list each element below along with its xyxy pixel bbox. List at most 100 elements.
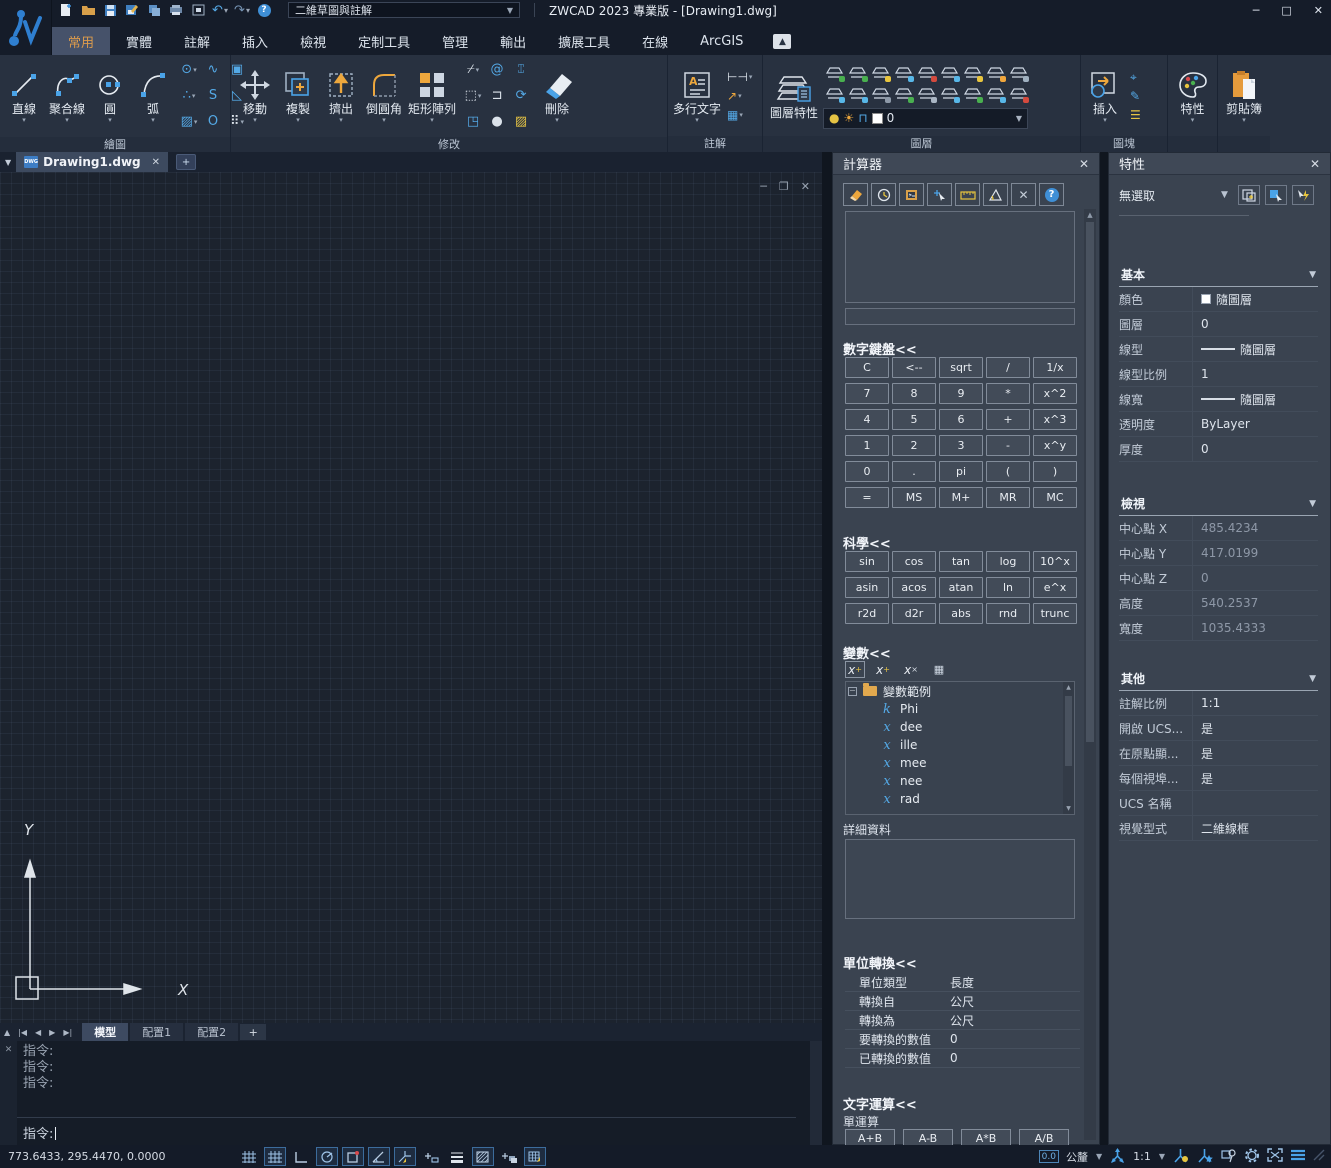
fullscreen-icon[interactable] — [1267, 1148, 1283, 1165]
open-folder-icon[interactable] — [80, 3, 96, 17]
explode-icon[interactable]: ▨ — [515, 115, 527, 129]
section-other[interactable]: 其他▼ — [1119, 667, 1318, 691]
last-tab-icon[interactable]: ▶| — [63, 1028, 72, 1037]
calc-sci-key[interactable]: atan — [939, 577, 983, 598]
property-row[interactable]: 寬度 1035.4333 — [1119, 616, 1318, 641]
annotation-visibility-icon[interactable] — [1172, 1148, 1189, 1166]
layout-tab[interactable]: 配置1 — [130, 1023, 183, 1041]
collapse-section-icon[interactable]: ▼ — [1309, 674, 1316, 684]
layer-diamond-icon[interactable] — [986, 87, 1005, 102]
offset-icon[interactable]: ⊐ — [492, 89, 503, 103]
calc-key[interactable]: 8 — [892, 383, 936, 404]
new-file-icon[interactable] — [58, 3, 74, 17]
revision-cloud-icon[interactable]: @ — [491, 63, 504, 77]
auto-scale-icon[interactable] — [1196, 1148, 1213, 1166]
calc-key[interactable]: 5 — [892, 409, 936, 430]
quick-select-icon[interactable] — [1238, 185, 1260, 205]
table-icon[interactable] — [524, 1147, 546, 1166]
spline-icon[interactable]: ∿ — [208, 63, 219, 77]
layer-walk-icon[interactable] — [848, 87, 867, 102]
properties-panel-button[interactable]: 特性▾ — [1172, 67, 1214, 125]
prev-tab-icon[interactable]: ◀ — [35, 1028, 41, 1037]
undo-icon[interactable]: ↶▾ — [212, 3, 228, 17]
scale-icon[interactable]: ◳ — [467, 115, 479, 129]
calc-key[interactable]: 1 — [845, 435, 889, 456]
property-row[interactable]: 高度 540.2537 — [1119, 591, 1318, 616]
calc-key[interactable]: x^y — [1033, 435, 1077, 456]
calc-key[interactable]: - — [986, 435, 1030, 456]
document-tab[interactable]: DWG Drawing1.dwg ✕ — [16, 152, 168, 172]
calc-sci-key[interactable]: 10^x — [1033, 551, 1077, 572]
property-value[interactable]: 1 — [1193, 367, 1318, 381]
layer-merge-icon[interactable] — [917, 87, 936, 102]
calc-key[interactable]: ) — [1033, 461, 1077, 482]
table-icon[interactable]: ▦▾ — [727, 108, 752, 122]
property-row[interactable]: UCS 名稱 — [1119, 791, 1318, 816]
clipboard-button[interactable]: 剪貼簿▾ — [1223, 67, 1265, 125]
minimize-button[interactable]: ─ — [1253, 4, 1260, 17]
chevron-down-icon[interactable]: ▼ — [1159, 1152, 1165, 1161]
polar-icon[interactable] — [316, 1147, 338, 1166]
ribbon-tab[interactable]: 實體 — [110, 27, 168, 55]
drawing-canvas[interactable]: ─ ❐ ✕ Y X — [0, 172, 822, 1023]
unit-name[interactable]: 公釐 — [1066, 1149, 1088, 1165]
move-tool-button[interactable]: 移動▾ — [234, 67, 276, 125]
toggle-pickadd-icon[interactable] — [1292, 185, 1314, 205]
unit-precision[interactable]: 0.0 — [1039, 1150, 1059, 1163]
dyn-input-icon[interactable] — [420, 1147, 442, 1166]
block-edit-icon[interactable]: ✎ — [1130, 89, 1141, 103]
collapse-section-icon[interactable]: ▼ — [1309, 499, 1316, 509]
donut-icon[interactable]: O — [208, 115, 218, 129]
center-circle-icon[interactable]: ⊙▾ — [181, 63, 196, 77]
section-basic[interactable]: 基本▼ — [1119, 263, 1318, 287]
trim-icon[interactable]: ⌿▾ — [467, 63, 479, 77]
layer-sun-icon[interactable] — [986, 66, 1005, 81]
close-command-icon[interactable]: ✕ — [5, 1045, 13, 1055]
calc-key[interactable]: x^2 — [1033, 383, 1077, 404]
calc-key[interactable]: 2 — [892, 435, 936, 456]
group-label-draw[interactable]: 繪圖 — [0, 137, 230, 152]
menu-icon[interactable] — [1290, 1149, 1306, 1164]
attributes-icon[interactable]: ☰ — [1130, 108, 1141, 122]
variable-item[interactable]: x rad — [846, 790, 1074, 808]
calc-sci-key[interactable]: tan — [939, 551, 983, 572]
property-row[interactable]: 每個視埠... 是 — [1119, 766, 1318, 791]
layer-lock-icon[interactable] — [917, 66, 936, 81]
variables-folder-row[interactable]: － 變數範例 — [846, 682, 1074, 700]
layer-properties-button[interactable]: 圖層特性 — [766, 71, 822, 121]
calc-sci-key[interactable]: ln — [986, 577, 1030, 598]
calc-key[interactable]: C — [845, 357, 889, 378]
calc-key[interactable]: 4 — [845, 409, 889, 430]
intersection-icon[interactable]: ✕ — [1011, 183, 1036, 206]
mirror-icon[interactable]: ⑄ — [517, 63, 525, 77]
variable-item[interactable]: x ille — [846, 736, 1074, 754]
calc-key[interactable]: ( — [986, 461, 1030, 482]
clear-icon[interactable] — [843, 183, 868, 206]
command-prompt[interactable]: 指令: — [23, 1123, 56, 1142]
property-row[interactable]: 中心點 X 485.4234 — [1119, 516, 1318, 541]
select-objects-icon[interactable] — [1265, 185, 1287, 205]
publish-icon[interactable] — [190, 3, 206, 17]
close-calculator-icon[interactable]: ✕ — [1079, 157, 1089, 171]
property-row[interactable]: 線型比例 1 — [1119, 362, 1318, 387]
create-block-icon[interactable]: ⌖ — [1130, 70, 1141, 84]
workspace-selector[interactable]: 二維草圖與註解 ▼ — [288, 2, 520, 18]
layer-change-icon[interactable] — [963, 87, 982, 102]
calc-key[interactable]: * — [986, 383, 1030, 404]
hatch-icon[interactable]: ▨▾ — [181, 115, 198, 129]
command-scrollbar[interactable] — [810, 1041, 822, 1145]
calc-sci-key[interactable]: r2d — [845, 603, 889, 624]
ribbon-tab[interactable]: 管理 — [426, 27, 484, 55]
calc-sci-key[interactable]: acos — [892, 577, 936, 598]
lineweight-icon[interactable] — [446, 1147, 468, 1166]
doc-close-button[interactable]: ✕ — [801, 180, 810, 193]
property-value[interactable]: 是 — [1193, 720, 1318, 737]
redo-icon[interactable]: ↷▾ — [234, 3, 250, 17]
rotate-icon[interactable]: ⟳ — [516, 89, 527, 103]
calculator-grid-icon[interactable]: ▦ — [929, 661, 949, 678]
layer-prev-icon[interactable] — [871, 87, 890, 102]
edit-variable-icon[interactable]: x+ — [873, 661, 893, 678]
ribbon-tab[interactable]: 擴展工具 — [542, 27, 626, 55]
calc-key[interactable]: 7 — [845, 383, 889, 404]
close-properties-icon[interactable]: ✕ — [1310, 157, 1320, 171]
